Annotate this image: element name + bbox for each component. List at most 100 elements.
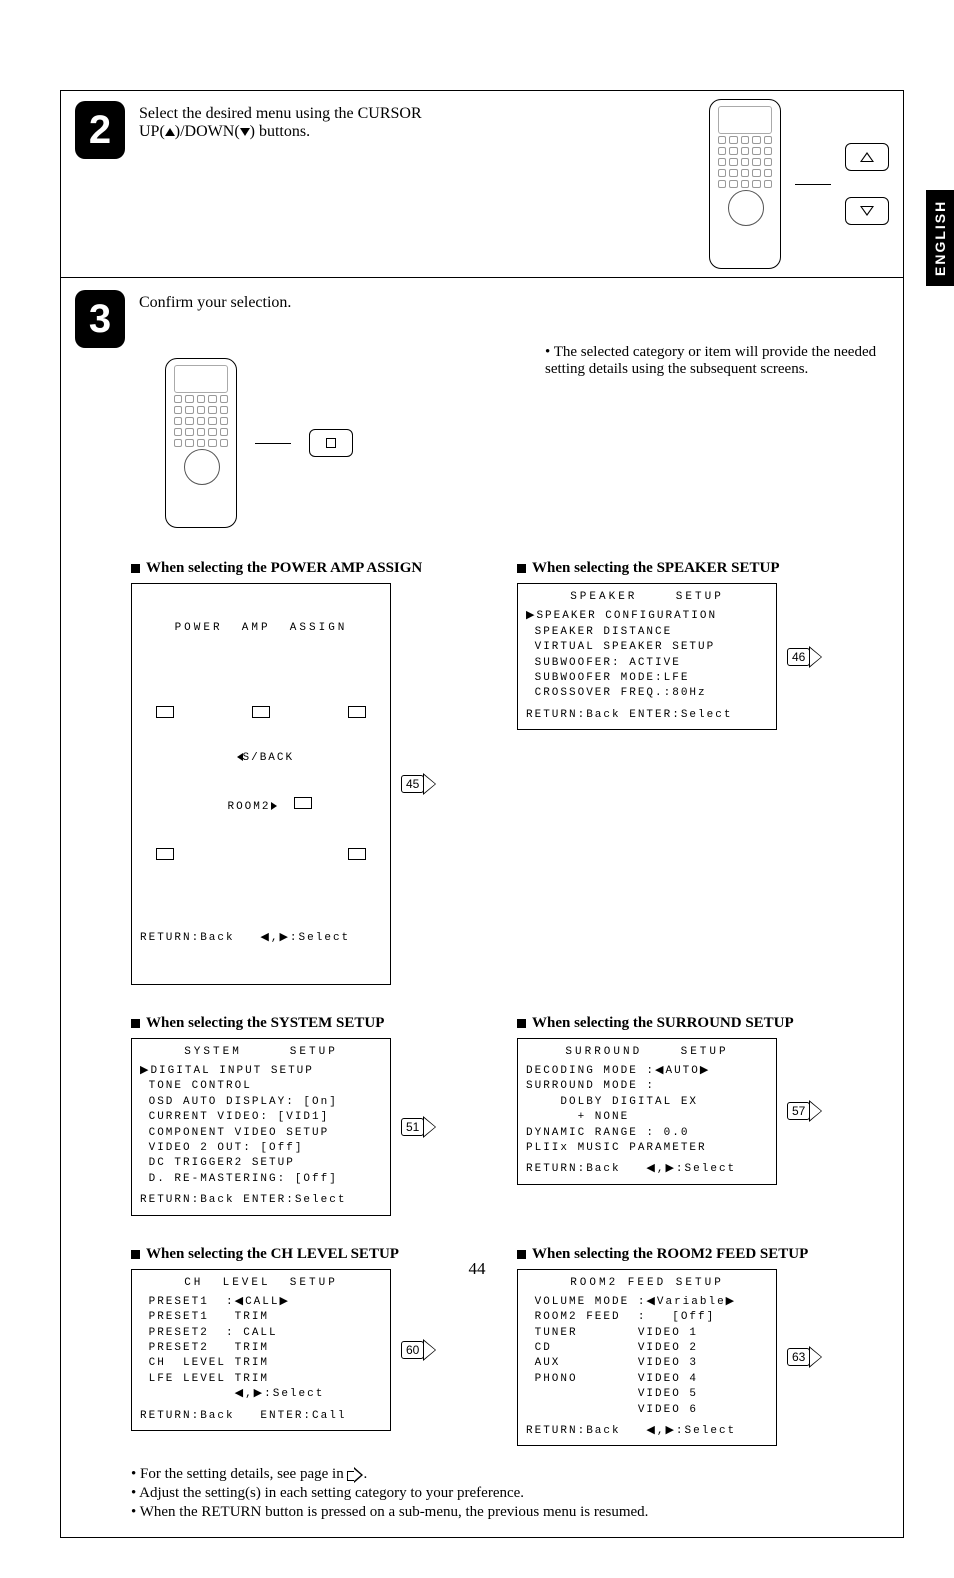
osd-line: SURROUND MODE :	[526, 1079, 768, 1094]
osd-footer: RETURN:Back ENTER:Call	[140, 1409, 382, 1424]
callout-line-icon	[795, 184, 831, 185]
osd-line: DC TRIGGER2 SETUP	[140, 1156, 382, 1171]
arrow-right-icon	[347, 1468, 363, 1482]
page-number: 44	[0, 1259, 954, 1279]
osd-title: SURROUND SETUP	[526, 1045, 768, 1060]
osd-line: CURRENT VIDEO: [VID1]	[140, 1110, 382, 1125]
page-ref-num: 60	[401, 1341, 424, 1359]
step-2-row: 2 Select the desired menu using the CURS…	[61, 91, 903, 277]
speaker-head-text: When selecting the SPEAKER SETUP	[532, 560, 780, 577]
osd-footer: RETURN:Back ◀,▶:Select	[526, 1424, 768, 1439]
note-1b: .	[363, 1466, 367, 1482]
page-ref-57: 57	[787, 1100, 822, 1122]
osd-line: SUBWOOFER MODE:LFE	[526, 671, 768, 686]
osd-line: ROOM2 FEED : [Off]	[526, 1310, 768, 1325]
page-ref-num: 45	[401, 775, 424, 793]
step2-text-c: )/DOWN(	[175, 123, 240, 140]
callout-line-icon	[255, 443, 291, 444]
system-head-text: When selecting the SYSTEM SETUP	[146, 1015, 384, 1032]
osd-line: VIDEO 5	[526, 1387, 768, 1402]
osd-line: TUNER VIDEO 1	[526, 1326, 768, 1341]
cursor-up-button	[845, 143, 889, 171]
page-ref-num: 63	[787, 1348, 810, 1366]
page-ref-51: 51	[401, 1116, 436, 1138]
osd-line: SPEAKER DISTANCE	[526, 625, 768, 640]
osd-line: PLIIx MUSIC PARAMETER	[526, 1141, 768, 1156]
osd-footer: RETURN:Back ◀,▶:Select	[526, 1162, 768, 1177]
cursor-down-button	[845, 197, 889, 225]
osd-title: SPEAKER SETUP	[526, 590, 768, 605]
osd-footer: RETURN:Back ◀,▶:Select	[140, 931, 382, 946]
page-ref-num: 46	[787, 648, 810, 666]
pa-line2: ROOM2	[227, 801, 270, 813]
square-bullet-icon	[517, 1019, 526, 1028]
osd-footer: RETURN:Back ENTER:Select	[140, 1193, 382, 1208]
power-amp-head-text: When selecting the POWER AMP ASSIGN	[146, 560, 422, 577]
note-2: • Adjust the setting(s) in each setting …	[131, 1485, 873, 1502]
step2-text-d: ) buttons.	[250, 123, 310, 140]
footer-notes: • For the setting details, see page in .…	[61, 1458, 903, 1537]
osd-line: ▶SPEAKER CONFIGURATION	[526, 609, 768, 624]
osd-line: D. RE-MASTERING: [Off]	[140, 1172, 382, 1187]
square-bullet-icon	[131, 1250, 140, 1259]
osd-line: VIDEO 2 OUT: [Off]	[140, 1141, 382, 1156]
step-2-badge: 2	[75, 101, 125, 159]
page-ref-60: 60	[401, 1339, 436, 1361]
step-3-row: 3 Confirm your selection. • The selected…	[61, 278, 903, 542]
triangle-up-icon	[165, 128, 175, 136]
osd-line: + NONE	[526, 1110, 768, 1125]
osd-line: VOLUME MODE :◀Variable▶	[526, 1295, 768, 1310]
osd-line: DOLBY DIGITAL EX	[526, 1095, 768, 1110]
page-ref-45: 45	[401, 773, 436, 795]
system-setup-heading: When selecting the SYSTEM SETUP	[131, 1015, 487, 1032]
osd-line: ▶DIGITAL INPUT SETUP	[140, 1064, 382, 1079]
osd-title: POWER AMP ASSIGN	[140, 621, 382, 636]
chlevel-osd: CH LEVEL SETUP PRESET1 :◀CALL▶ PRESET1 T…	[131, 1269, 391, 1432]
remote-control-icon	[165, 358, 237, 528]
step2-text-a: Select the desired menu using the CURSOR	[139, 105, 422, 122]
step-3-text: Confirm your selection.	[139, 288, 505, 312]
page-ref-46: 46	[787, 646, 822, 668]
osd-line: LFE LEVEL TRIM	[140, 1372, 382, 1387]
osd-line: DECODING MODE :◀AUTO▶	[526, 1064, 768, 1079]
square-bullet-icon	[131, 1019, 140, 1028]
step3-note: • The selected category or item will pro…	[545, 288, 889, 528]
main-content-box: 2 Select the desired menu using the CURS…	[60, 90, 904, 1538]
osd-line: PRESET1 TRIM	[140, 1310, 382, 1325]
osd-line: SUBWOOFER: ACTIVE	[526, 656, 768, 671]
osd-line: CD VIDEO 2	[526, 1341, 768, 1356]
osd-line: CROSSOVER FREQ.:80Hz	[526, 686, 768, 701]
square-bullet-icon	[131, 564, 140, 573]
square-bullet-icon	[517, 564, 526, 573]
osd-line: OSD AUTO DISPLAY: [On]	[140, 1095, 382, 1110]
surround-osd: SURROUND SETUP DECODING MODE :◀AUTO▶SURRO…	[517, 1038, 777, 1185]
osd-line: DYNAMIC RANGE : 0.0	[526, 1126, 768, 1141]
step-3-badge: 3	[75, 290, 125, 348]
page-ref-63: 63	[787, 1346, 822, 1368]
osd-line: AUX VIDEO 3	[526, 1356, 768, 1371]
triangle-down-icon	[240, 128, 250, 136]
osd-title: SYSTEM SETUP	[140, 1045, 382, 1060]
speaker-setup-heading: When selecting the SPEAKER SETUP	[517, 560, 873, 577]
power-amp-heading: When selecting the POWER AMP ASSIGN	[131, 560, 487, 577]
osd-line: PRESET2 : CALL	[140, 1326, 382, 1341]
speaker-osd: SPEAKER SETUP ▶SPEAKER CONFIGURATION SPEA…	[517, 583, 777, 730]
osd-line: CH LEVEL TRIM	[140, 1356, 382, 1371]
remote-control-icon	[709, 99, 781, 269]
system-osd: SYSTEM SETUP ▶DIGITAL INPUT SETUP TONE CO…	[131, 1038, 391, 1216]
pa-line1: S/BACK	[243, 752, 295, 764]
osd-line: PRESET2 TRIM	[140, 1341, 382, 1356]
osd-line: PRESET1 :◀CALL▶	[140, 1295, 382, 1310]
osd-line: TONE CONTROL	[140, 1079, 382, 1094]
page-ref-num: 51	[401, 1118, 424, 1136]
osd-footer: RETURN:Back ENTER:Select	[526, 708, 768, 723]
osd-line: VIDEO 6	[526, 1403, 768, 1418]
step2-text-b: UP(	[139, 123, 165, 140]
step-2-text: Select the desired menu using the CURSOR…	[139, 99, 695, 141]
surround-setup-heading: When selecting the SURROUND SETUP	[517, 1015, 873, 1032]
room2-osd: ROOM2 FEED SETUP VOLUME MODE :◀Variable▶…	[517, 1269, 777, 1447]
osd-line: COMPONENT VIDEO SETUP	[140, 1126, 382, 1141]
page-ref-num: 57	[787, 1102, 810, 1120]
osd-line: ◀,▶:Select	[140, 1387, 382, 1402]
osd-line: PHONO VIDEO 4	[526, 1372, 768, 1387]
